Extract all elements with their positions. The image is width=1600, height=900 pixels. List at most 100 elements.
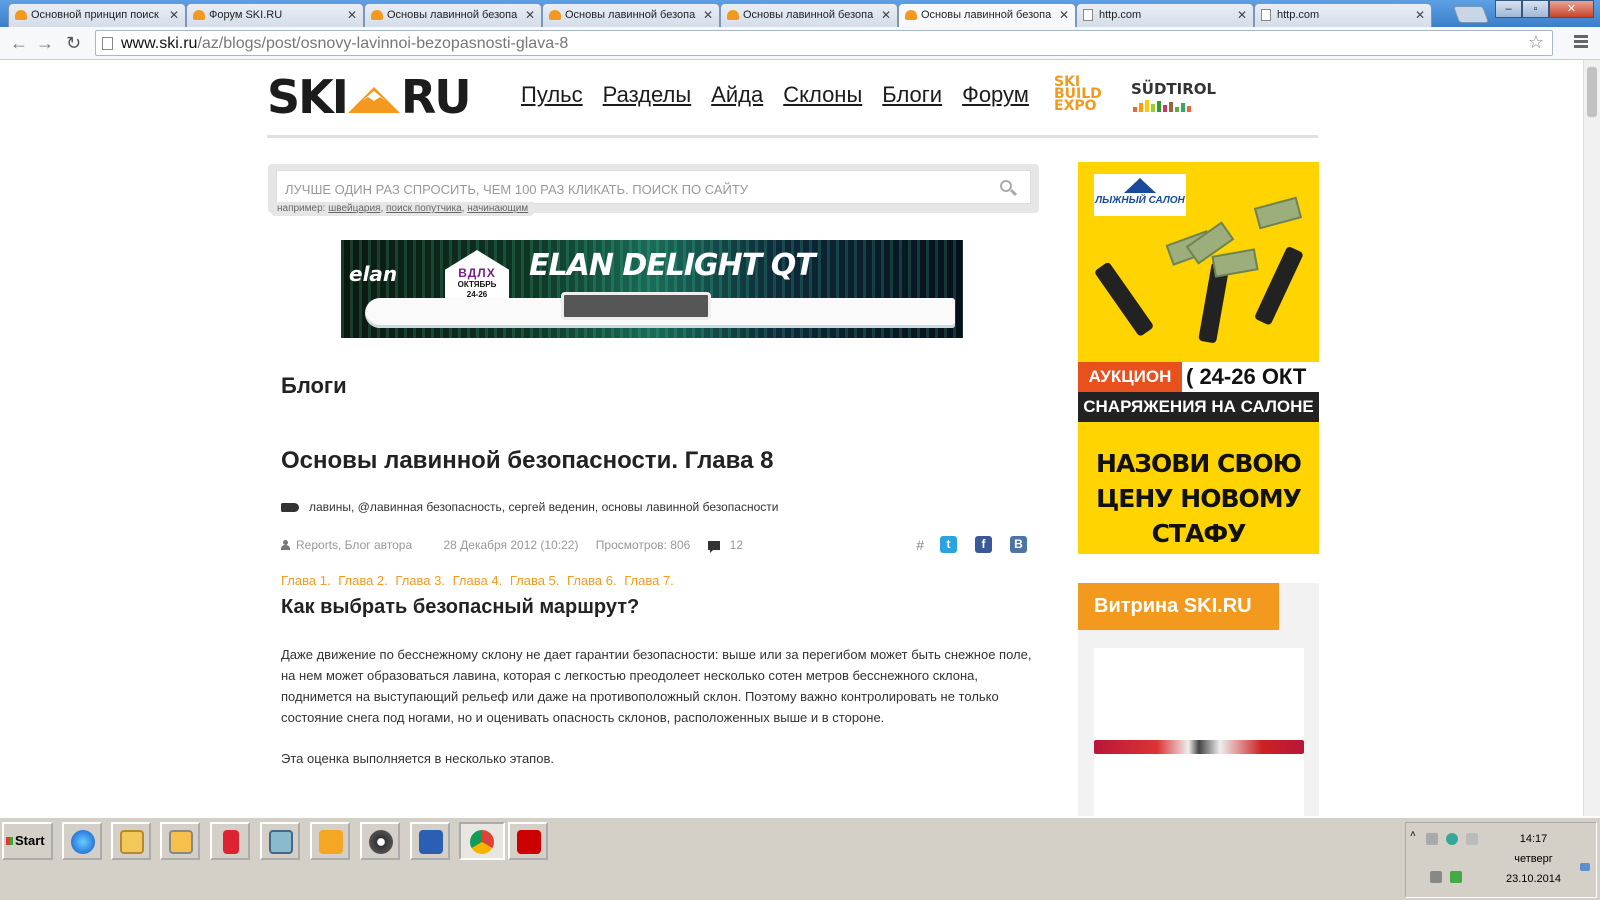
site-header: SKI RU Пульс Разделы Айда Склоны Блоги Фо… [267, 60, 1318, 138]
search-placeholder: Лучше один раз спросить, чем 100 раз кли… [285, 182, 749, 197]
article-paragraph: Эта оценка выполняется в несколько этапо… [281, 751, 554, 766]
vkontakte-icon[interactable]: B [1010, 536, 1027, 553]
section-title: Блоги [281, 373, 347, 398]
close-tab-icon[interactable]: ✕ [169, 8, 179, 22]
twitter-icon[interactable]: t [940, 536, 957, 553]
tab-title: Основы лавинной безопа [921, 9, 1052, 21]
security-icon[interactable] [1450, 871, 1462, 883]
start-button[interactable]: Start [2, 822, 53, 860]
control-panel-icon[interactable] [260, 822, 300, 860]
forward-arrow-icon[interactable]: → [36, 33, 54, 53]
scrollbar-thumb[interactable] [1587, 67, 1597, 117]
share-buttons: # t f B [916, 536, 1041, 553]
browser-tab[interactable]: http.com ✕ [1076, 3, 1254, 27]
browser-tab-active[interactable]: Основы лавинной безопа ✕ [898, 3, 1076, 28]
chapter-link[interactable]: Глава 1. [281, 573, 331, 588]
search-hint-link[interactable]: поиск попутчика [386, 203, 462, 214]
search-input[interactable]: Лучше один раз спросить, чем 100 раз кли… [276, 170, 1031, 204]
permalink-hash[interactable]: # [916, 537, 924, 553]
close-tab-icon[interactable]: ✕ [703, 8, 713, 22]
back-arrow-icon[interactable]: ← [10, 33, 28, 53]
logo-text-left: SKI [267, 70, 349, 124]
search-hint-link[interactable]: швейцария [328, 203, 380, 214]
ad-band-text: СНАРЯЖЕНИЯ НА САЛОНЕ [1078, 392, 1319, 422]
vitrina-title[interactable]: Витрина SKI.RU [1078, 583, 1279, 630]
word-icon[interactable] [410, 822, 450, 860]
outlook-icon[interactable] [310, 822, 350, 860]
url-host: www.ski.ru [121, 35, 198, 52]
close-tab-icon[interactable]: ✕ [347, 8, 357, 22]
device-icon[interactable] [1466, 833, 1478, 845]
nav-link-blogi[interactable]: Блоги [882, 82, 942, 108]
post-views: Просмотров: 806 [595, 538, 691, 552]
browser-tab[interactable]: Основной принцип поиск ✕ [8, 3, 186, 27]
tags-list[interactable]: лавины, @лавинная безопасность, сергей в… [309, 500, 778, 514]
close-window-button[interactable]: ✕ [1549, 0, 1594, 18]
bookmark-star-icon[interactable]: ☆ [1528, 32, 1544, 53]
book-app-icon[interactable] [210, 822, 250, 860]
chapter-link[interactable]: Глава 4. [453, 573, 503, 588]
close-tab-icon[interactable]: ✕ [1415, 8, 1425, 22]
browser-tab[interactable]: Основы лавинной безопа ✕ [720, 3, 898, 27]
close-tab-icon[interactable]: ✕ [525, 8, 535, 22]
maximize-button[interactable]: ▫ [1522, 0, 1549, 18]
show-hidden-icons-icon[interactable]: ˄ [1410, 829, 1416, 840]
monitor-icon[interactable] [1430, 871, 1442, 883]
tab-title: Основы лавинной безопа [565, 9, 696, 21]
vdlh-title: ВДЛХ [458, 266, 496, 280]
show-desktop-icon[interactable] [1580, 863, 1590, 871]
url-text[interactable]: www.ski.ru/az/blogs/post/osnovy-lavinnoi… [121, 35, 568, 53]
ad-slogan: НАЗОВИ СВОЮ ЦЕНУ НОВОМУ СТАФУ [1096, 449, 1302, 548]
nav-link-forum[interactable]: Форум [962, 82, 1029, 108]
nav-link-aida[interactable]: Айда [711, 82, 763, 108]
ski-build-expo-logo[interactable]: SKI BUILD EXPO [1054, 75, 1102, 113]
reload-icon[interactable]: ↻ [66, 33, 81, 53]
browser-tab[interactable]: Форум SKI.RU ✕ [186, 3, 364, 27]
ski-binding-image [561, 292, 711, 320]
internet-explorer-icon[interactable] [62, 822, 102, 860]
browser-tab[interactable]: Основы лавинной безопа ✕ [542, 3, 720, 27]
chapter-link[interactable]: Глава 6. [567, 573, 617, 588]
network-icon[interactable] [1446, 833, 1458, 845]
search-icon[interactable] [1000, 180, 1018, 197]
media-player-icon[interactable] [160, 822, 200, 860]
disc-app-icon[interactable] [360, 822, 400, 860]
product-card[interactable] [1094, 648, 1304, 816]
elan-logo: elan [349, 262, 398, 286]
site-logo[interactable]: SKI RU [267, 74, 472, 120]
chapter-link[interactable]: Глава 2. [338, 573, 388, 588]
system-clock[interactable]: 14:17 четверг 23.10.2014 [1486, 829, 1581, 889]
ski-favicon-icon [193, 10, 205, 20]
acrobat-icon[interactable] [508, 822, 548, 860]
chrome-icon[interactable] [459, 822, 505, 860]
chapter-link[interactable]: Глава 3. [395, 573, 445, 588]
facebook-icon[interactable]: f [975, 536, 992, 553]
close-tab-icon[interactable]: ✕ [1237, 8, 1247, 22]
file-explorer-icon[interactable] [111, 822, 151, 860]
nav-link-sklony[interactable]: Склоны [783, 82, 862, 108]
nav-link-puls[interactable]: Пульс [521, 82, 583, 108]
minimize-button[interactable]: – [1495, 0, 1522, 18]
windows-flag-icon [6, 837, 13, 845]
chapter-link[interactable]: Глава 5. [510, 573, 560, 588]
comment-count[interactable]: 12 [730, 538, 743, 552]
article-paragraph: Даже движение по бесснежному склону не д… [281, 647, 1032, 725]
post-author[interactable]: Reports, Блог автора [296, 538, 412, 552]
volume-icon[interactable] [1426, 833, 1438, 845]
ski-salon-ad[interactable]: ЛЫЖНЫЙ САЛОН АУКЦИОН ( 24-26 ОКТ ) СНАРЯ… [1078, 162, 1319, 554]
page-scrollbar[interactable] [1583, 60, 1600, 816]
close-tab-icon[interactable]: ✕ [881, 8, 891, 22]
elan-banner-ad[interactable]: elan ВДЛХ ОКТЯБРЬ 24-26 ELAN DELIGHT QT [341, 240, 963, 338]
close-tab-icon[interactable]: ✕ [1059, 8, 1069, 22]
browser-menu-icon[interactable] [1574, 35, 1588, 50]
browser-tab[interactable]: Основы лавинной безопа ✕ [364, 3, 542, 27]
comment-icon [707, 541, 720, 553]
nav-link-razdely[interactable]: Разделы [603, 82, 692, 108]
search-hint-link[interactable]: начинающим [467, 203, 528, 214]
sudtirol-logo[interactable]: SÜDTIROL [1131, 80, 1216, 112]
ski-favicon-icon [549, 10, 561, 20]
address-bar[interactable]: www.ski.ru/az/blogs/post/osnovy-lavinnoi… [95, 30, 1553, 56]
new-tab-button[interactable] [1452, 6, 1490, 23]
chapter-link[interactable]: Глава 7. [624, 573, 674, 588]
browser-tab[interactable]: http.com ✕ [1254, 3, 1432, 27]
